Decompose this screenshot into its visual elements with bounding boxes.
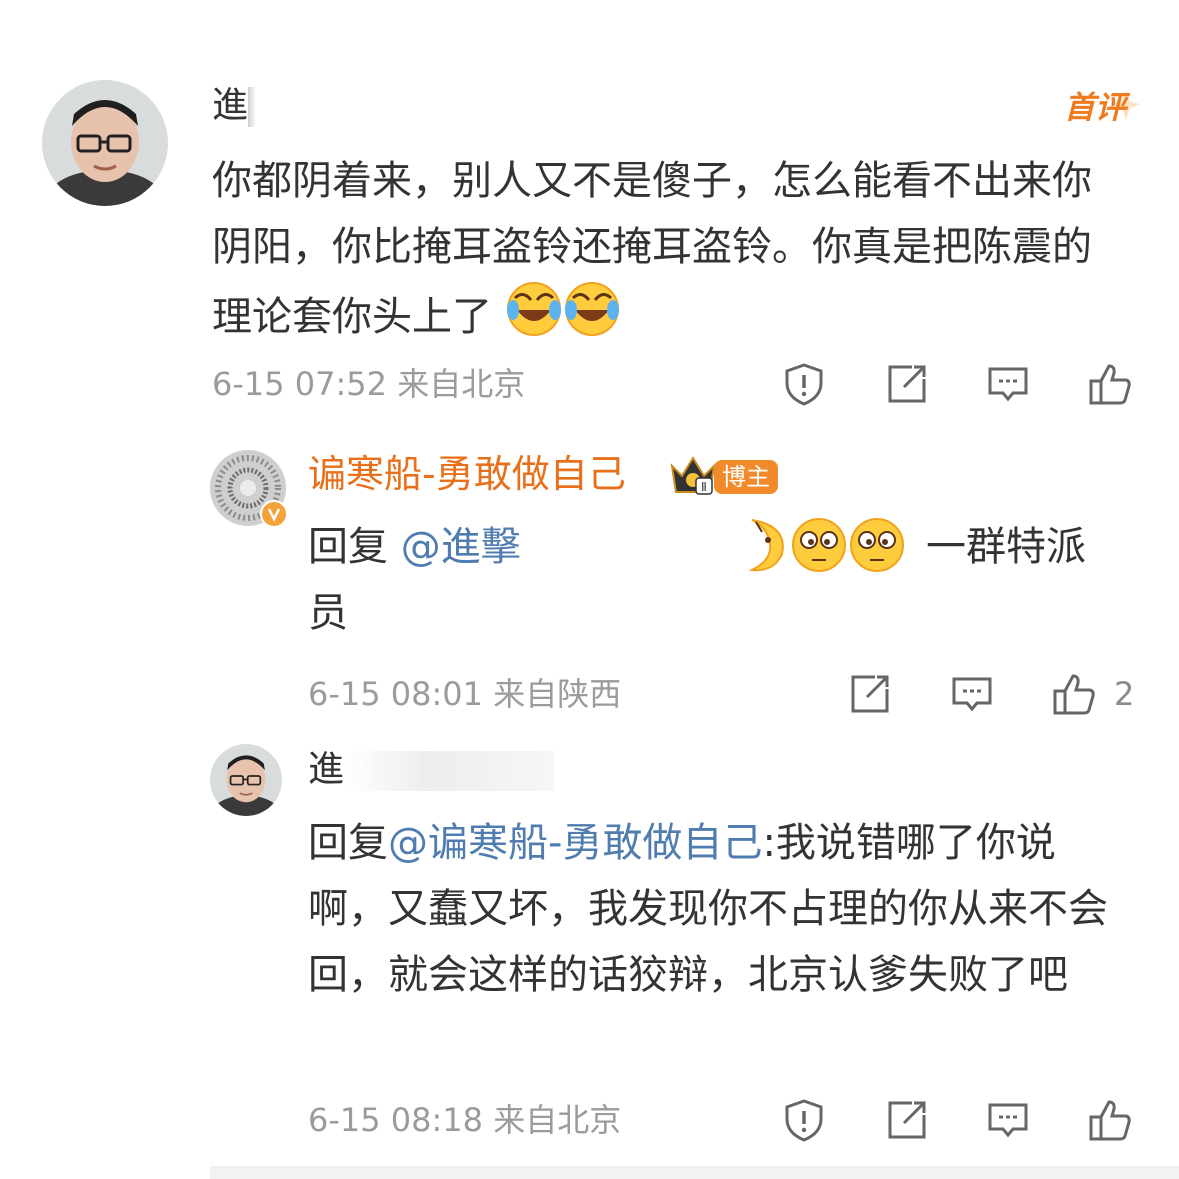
reply-meta: 6-15 08:18 来自北京 [308, 1101, 622, 1139]
crown-icon: Ⅱ [668, 452, 718, 498]
like-icon[interactable] [1086, 360, 1134, 408]
comment-icon[interactable] [984, 1096, 1032, 1144]
reply-text: 回复@谝寒船-勇敢做自己:我说错哪了你说啊，又蠢又坏，我发现你不占理的你从来不会… [308, 820, 1108, 998]
laugh-cry-emoji [505, 280, 563, 358]
blogger-badge: 博主 [714, 460, 778, 494]
divider [210, 1166, 1179, 1179]
first-comment-badge: 首评 [1062, 84, 1142, 134]
comment-icon[interactable] [948, 670, 996, 718]
like-icon[interactable] [1050, 670, 1098, 718]
comment-text: 你都阴着来，别人又不是傻子，怎么能看不出来你阴阳，你比掩耳盗铃还掩耳盗铃。你真是… [212, 148, 1112, 358]
like-icon[interactable] [1086, 1096, 1134, 1144]
report-icon[interactable] [780, 1096, 828, 1144]
avatar[interactable] [42, 80, 168, 206]
laugh-cry-emoji [563, 280, 621, 358]
reply-text-tail: 一群特派员 [308, 524, 1086, 636]
svg-text:Ⅱ: Ⅱ [701, 480, 707, 494]
comment-icon[interactable] [984, 360, 1032, 408]
mention-link[interactable]: @谝寒船-勇敢做自己 [388, 820, 762, 866]
reply-author-name[interactable]: 進 [308, 748, 555, 792]
repost-icon[interactable] [883, 1096, 931, 1144]
verified-badge-icon [260, 500, 288, 528]
avatar[interactable] [210, 744, 282, 816]
report-icon[interactable] [780, 360, 828, 408]
comment-meta: 6-15 07:52 来自北京 [212, 365, 526, 403]
repost-icon[interactable] [846, 670, 894, 718]
like-count: 2 [1114, 675, 1135, 713]
reply-meta: 6-15 08:01 来自陕西 [308, 675, 622, 713]
comment-author-name[interactable]: 進 [212, 84, 257, 128]
reply-author-name[interactable]: 谝寒船-勇敢做自己 [308, 452, 626, 496]
repost-icon[interactable] [883, 360, 931, 408]
